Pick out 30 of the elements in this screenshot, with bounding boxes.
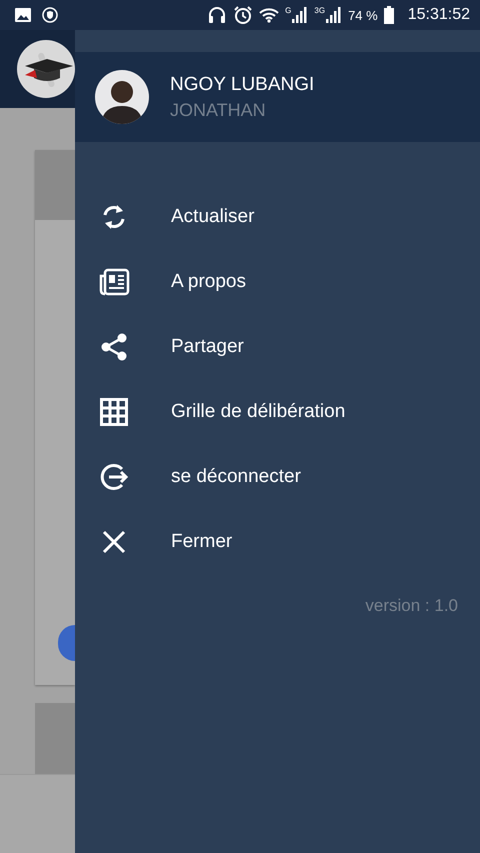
battery-level: 74 % (348, 8, 378, 22)
network-type: G (285, 7, 292, 15)
menu-item[interactable]: A propos (75, 249, 480, 314)
user-subtitle: JONATHAN (170, 100, 267, 120)
logout-icon (98, 462, 130, 492)
network-type: 3G (314, 7, 326, 15)
menu-item[interactable]: se déconnecter (75, 444, 480, 509)
shield-icon (42, 7, 58, 23)
version-text: version : 1.0 (365, 596, 458, 616)
user-name: NGOY LUBANGI (170, 74, 314, 96)
signal-icon (292, 7, 308, 23)
newspaper-icon (98, 268, 130, 296)
avatar (95, 70, 149, 124)
share-icon (99, 332, 129, 362)
wifi-icon (259, 7, 280, 23)
image-icon (14, 7, 32, 23)
action-button[interactable] (58, 625, 75, 661)
menu-item[interactable]: Fermer (75, 509, 480, 574)
alarm-icon (233, 5, 254, 25)
menu-item[interactable]: Partager (75, 314, 480, 379)
close-icon (101, 528, 127, 554)
battery-icon (384, 6, 394, 24)
app-logo (17, 40, 75, 98)
signal-icon (326, 7, 342, 23)
clock-time: 15:31:52 (408, 6, 470, 24)
menu-item[interactable]: Actualiser (75, 184, 480, 249)
menu-item[interactable]: Grille de délibération (75, 379, 480, 444)
headphones-icon (207, 5, 228, 25)
card-header (35, 150, 75, 220)
grid-icon (100, 398, 128, 426)
